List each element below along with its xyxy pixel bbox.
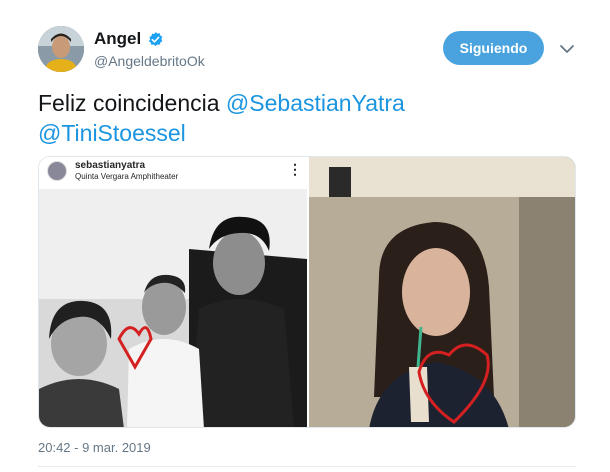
mention-sebastianyatra[interactable]: @SebastianYatra bbox=[226, 90, 405, 116]
media-photo-left[interactable]: sebastianyatra Quinta Vergara Amphitheat… bbox=[39, 157, 307, 427]
avatar-photo bbox=[38, 26, 84, 72]
tweet-timestamp[interactable]: 20:42 - 9 mar. 2019 bbox=[38, 440, 151, 455]
author-display-name[interactable]: Angel bbox=[94, 29, 141, 49]
instagram-username: sebastianyatra bbox=[75, 160, 146, 171]
instagram-location: Quinta Vergara Amphitheater bbox=[75, 172, 179, 181]
tweet-media[interactable]: sebastianyatra Quinta Vergara Amphitheat… bbox=[38, 156, 576, 428]
author-avatar[interactable] bbox=[38, 26, 84, 72]
tweet-text-prefix: Feliz coincidencia bbox=[38, 90, 226, 116]
more-options-icon: ⋮ bbox=[288, 161, 302, 177]
author-name-row[interactable]: Angel bbox=[94, 29, 164, 49]
instagram-avatar bbox=[47, 161, 67, 181]
portrait-photo[interactable] bbox=[309, 157, 576, 428]
instagram-header: sebastianyatra Quinta Vergara Amphitheat… bbox=[39, 157, 307, 189]
tweet-text: Feliz coincidencia @SebastianYatra @Tini… bbox=[38, 88, 578, 148]
following-button[interactable]: Siguiendo bbox=[443, 31, 544, 65]
mention-tinistoessel[interactable]: @TiniStoessel bbox=[38, 120, 186, 146]
group-photo bbox=[39, 189, 307, 427]
author-handle[interactable]: @AngeldebritoOk bbox=[94, 53, 205, 69]
verified-badge-icon bbox=[148, 31, 163, 46]
divider bbox=[38, 466, 576, 467]
chevron-down-icon[interactable] bbox=[558, 40, 576, 58]
